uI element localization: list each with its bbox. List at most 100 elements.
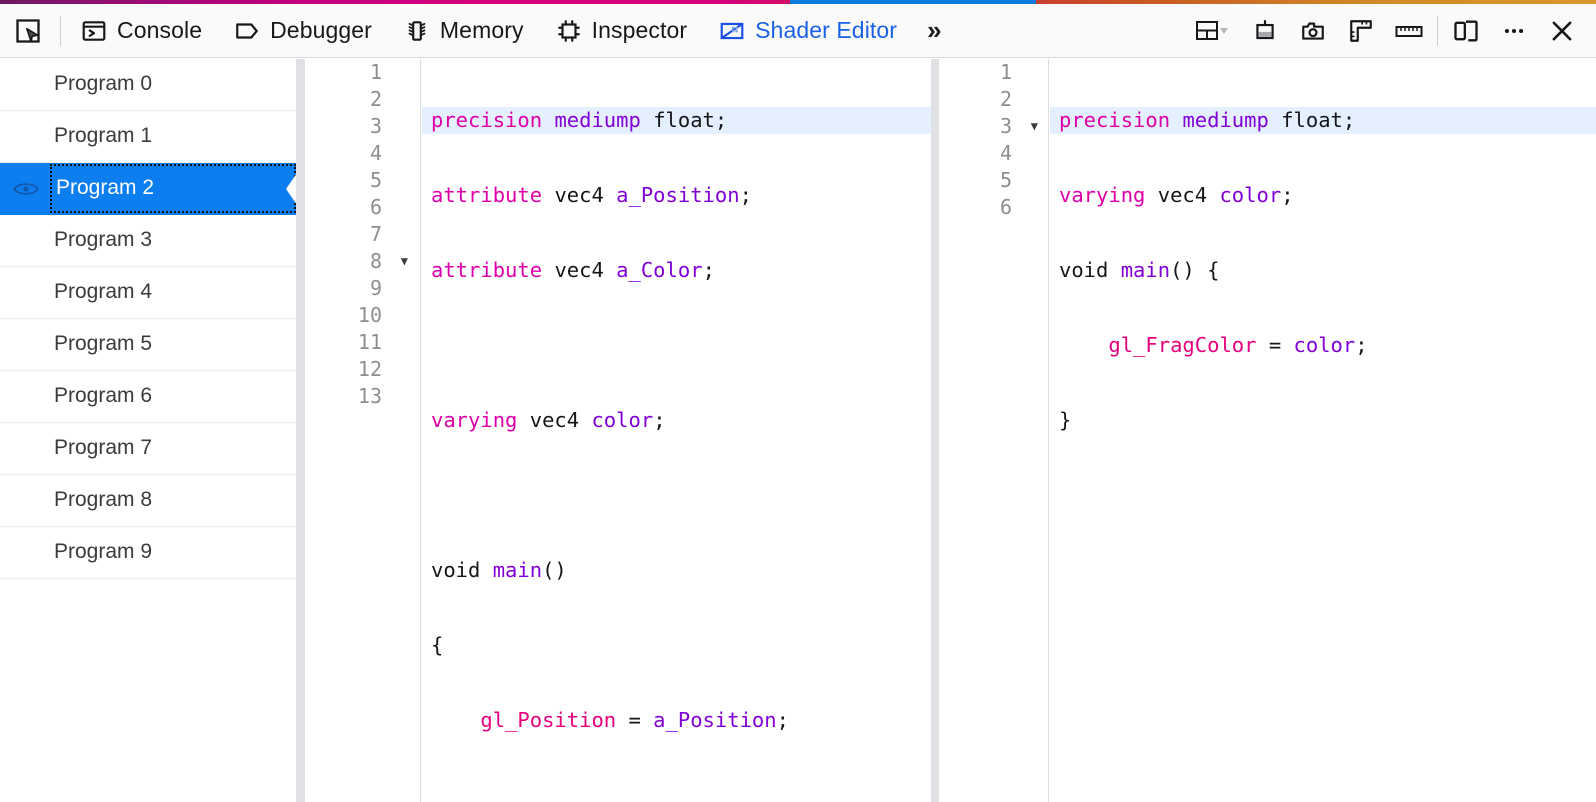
line-number: 5: [305, 167, 420, 194]
line-number: 10: [305, 302, 420, 329]
line-number: 12: [305, 356, 420, 383]
code-line: void main() {: [1050, 257, 1596, 284]
tab-inspector[interactable]: Inspector: [540, 4, 704, 58]
line-number: 11: [305, 329, 420, 356]
list-item[interactable]: Program 8: [0, 475, 296, 527]
program-label: Program 6: [52, 382, 154, 411]
toolbar-overflow-button[interactable]: »: [913, 4, 955, 58]
code-line: precision mediump float;: [1050, 107, 1596, 134]
tab-debugger-label: Debugger: [270, 17, 372, 44]
console-icon: [81, 18, 107, 44]
ruler-icon: [1394, 18, 1424, 44]
list-item[interactable]: Program 5: [0, 319, 296, 371]
shader-editor-icon: [719, 18, 745, 44]
chevron-double-right-icon: »: [927, 15, 941, 46]
line-number: 5: [939, 167, 1048, 194]
line-number: 2: [305, 86, 420, 113]
code-line: [422, 782, 931, 802]
program-label: Program 9: [52, 538, 154, 567]
screenshot-button[interactable]: [1289, 4, 1337, 58]
fold-triangle-icon[interactable]: ▼: [401, 248, 408, 275]
line-number: 1: [305, 59, 420, 86]
toolbar-right-buttons: [1185, 4, 1596, 58]
ruler-corner-icon: [1348, 18, 1374, 44]
close-devtools-button[interactable]: [1538, 4, 1586, 58]
responsive-design-button[interactable]: [1442, 4, 1490, 58]
tab-console-label: Console: [117, 17, 202, 44]
list-item[interactable]: Program 0: [0, 59, 296, 111]
tab-memory-label: Memory: [440, 17, 524, 44]
active-tab-accent: [790, 0, 1036, 4]
tab-debugger[interactable]: Debugger: [218, 4, 388, 58]
layout-split-icon: [1195, 18, 1231, 44]
vertex-line-gutter: 1 2 3 4 5 6 7 8 ▼ 9 10 11 12 13: [305, 59, 421, 802]
camera-icon: [1300, 18, 1326, 44]
code-line: gl_FragColor = color;: [1050, 332, 1596, 359]
code-line: [422, 332, 931, 359]
tab-memory[interactable]: Memory: [388, 4, 540, 58]
list-item-selected[interactable]: Program 2: [0, 163, 296, 215]
list-item[interactable]: Program 4: [0, 267, 296, 319]
shader-editor-body: Program 0 Program 1 Program 2: [0, 59, 1596, 802]
meatball-menu-button[interactable]: [1490, 4, 1538, 58]
split-layout-button[interactable]: [1185, 4, 1241, 58]
sidebar-splitter[interactable]: [297, 59, 305, 802]
responsive-mode-button[interactable]: [1241, 4, 1289, 58]
fold-triangle-icon[interactable]: ▼: [1031, 113, 1038, 140]
fragment-line-gutter: 1 2 3 ▼ 4 5 6: [939, 59, 1049, 802]
line-number: 4: [939, 140, 1048, 167]
code-line: attribute vec4 a_Color;: [422, 257, 931, 284]
devices-icon: [1452, 17, 1480, 45]
line-number: 2: [939, 86, 1048, 113]
program-label: Program 2: [50, 164, 296, 213]
tab-inspector-label: Inspector: [592, 17, 688, 44]
code-line: precision mediump float;: [422, 107, 931, 134]
inspector-icon: [556, 18, 582, 44]
ruler-button[interactable]: [1385, 4, 1433, 58]
list-item[interactable]: Program 9: [0, 527, 296, 579]
selection-notch-icon: [283, 171, 297, 207]
fragment-shader-editor[interactable]: 1 2 3 ▼ 4 5 6 precision mediump float; v…: [939, 59, 1596, 802]
code-line: attribute vec4 a_Position;: [422, 182, 931, 209]
code-line: [1050, 482, 1596, 509]
memory-chip-icon: [404, 18, 430, 44]
program-label: Program 4: [52, 278, 154, 307]
editors-splitter[interactable]: [931, 59, 939, 802]
list-item[interactable]: Program 7: [0, 423, 296, 475]
toolbar-separator-right: [1437, 16, 1438, 46]
line-number: 6: [939, 194, 1048, 221]
debugger-icon: [234, 18, 260, 44]
code-line: [422, 482, 931, 509]
program-label: Program 5: [52, 330, 154, 359]
tab-shader-editor-label: Shader Editor: [755, 17, 897, 44]
paint-bucket-icon: [1252, 18, 1278, 44]
line-number: 8 ▼: [305, 248, 420, 275]
fragment-shader-code[interactable]: precision mediump float; varying vec4 co…: [1050, 59, 1596, 802]
list-item[interactable]: Program 3: [0, 215, 296, 267]
close-icon: [1548, 17, 1576, 45]
ellipsis-icon: [1501, 18, 1527, 44]
devtools-window: Console Debugger: [0, 0, 1596, 802]
line-number: 3: [305, 113, 420, 140]
code-line: varying vec4 color;: [422, 407, 931, 434]
code-line: gl_Position = a_Position;: [422, 707, 931, 734]
program-label: Program 8: [52, 486, 154, 515]
list-item[interactable]: Program 1: [0, 111, 296, 163]
programs-sidebar: Program 0 Program 1 Program 2: [0, 59, 297, 802]
line-number: 9: [305, 275, 420, 302]
measure-tool-button[interactable]: [1337, 4, 1385, 58]
program-label: Program 7: [52, 434, 154, 463]
vertex-shader-code[interactable]: precision mediump float; attribute vec4 …: [422, 59, 931, 802]
code-line: void main(): [422, 557, 931, 584]
tab-console[interactable]: Console: [65, 4, 218, 58]
element-picker-button[interactable]: [0, 4, 56, 58]
list-item[interactable]: Program 6: [0, 371, 296, 423]
toolbar-separator: [60, 16, 61, 46]
line-number-text: 8: [370, 249, 382, 273]
line-number: 3 ▼: [939, 113, 1048, 140]
tab-shader-editor[interactable]: Shader Editor: [703, 4, 913, 58]
devtools-toolbar: Console Debugger: [0, 4, 1596, 58]
code-line: }: [1050, 407, 1596, 434]
eye-icon[interactable]: [12, 180, 40, 198]
vertex-shader-editor[interactable]: 1 2 3 4 5 6 7 8 ▼ 9 10 11 12 13 precisio…: [305, 59, 931, 802]
